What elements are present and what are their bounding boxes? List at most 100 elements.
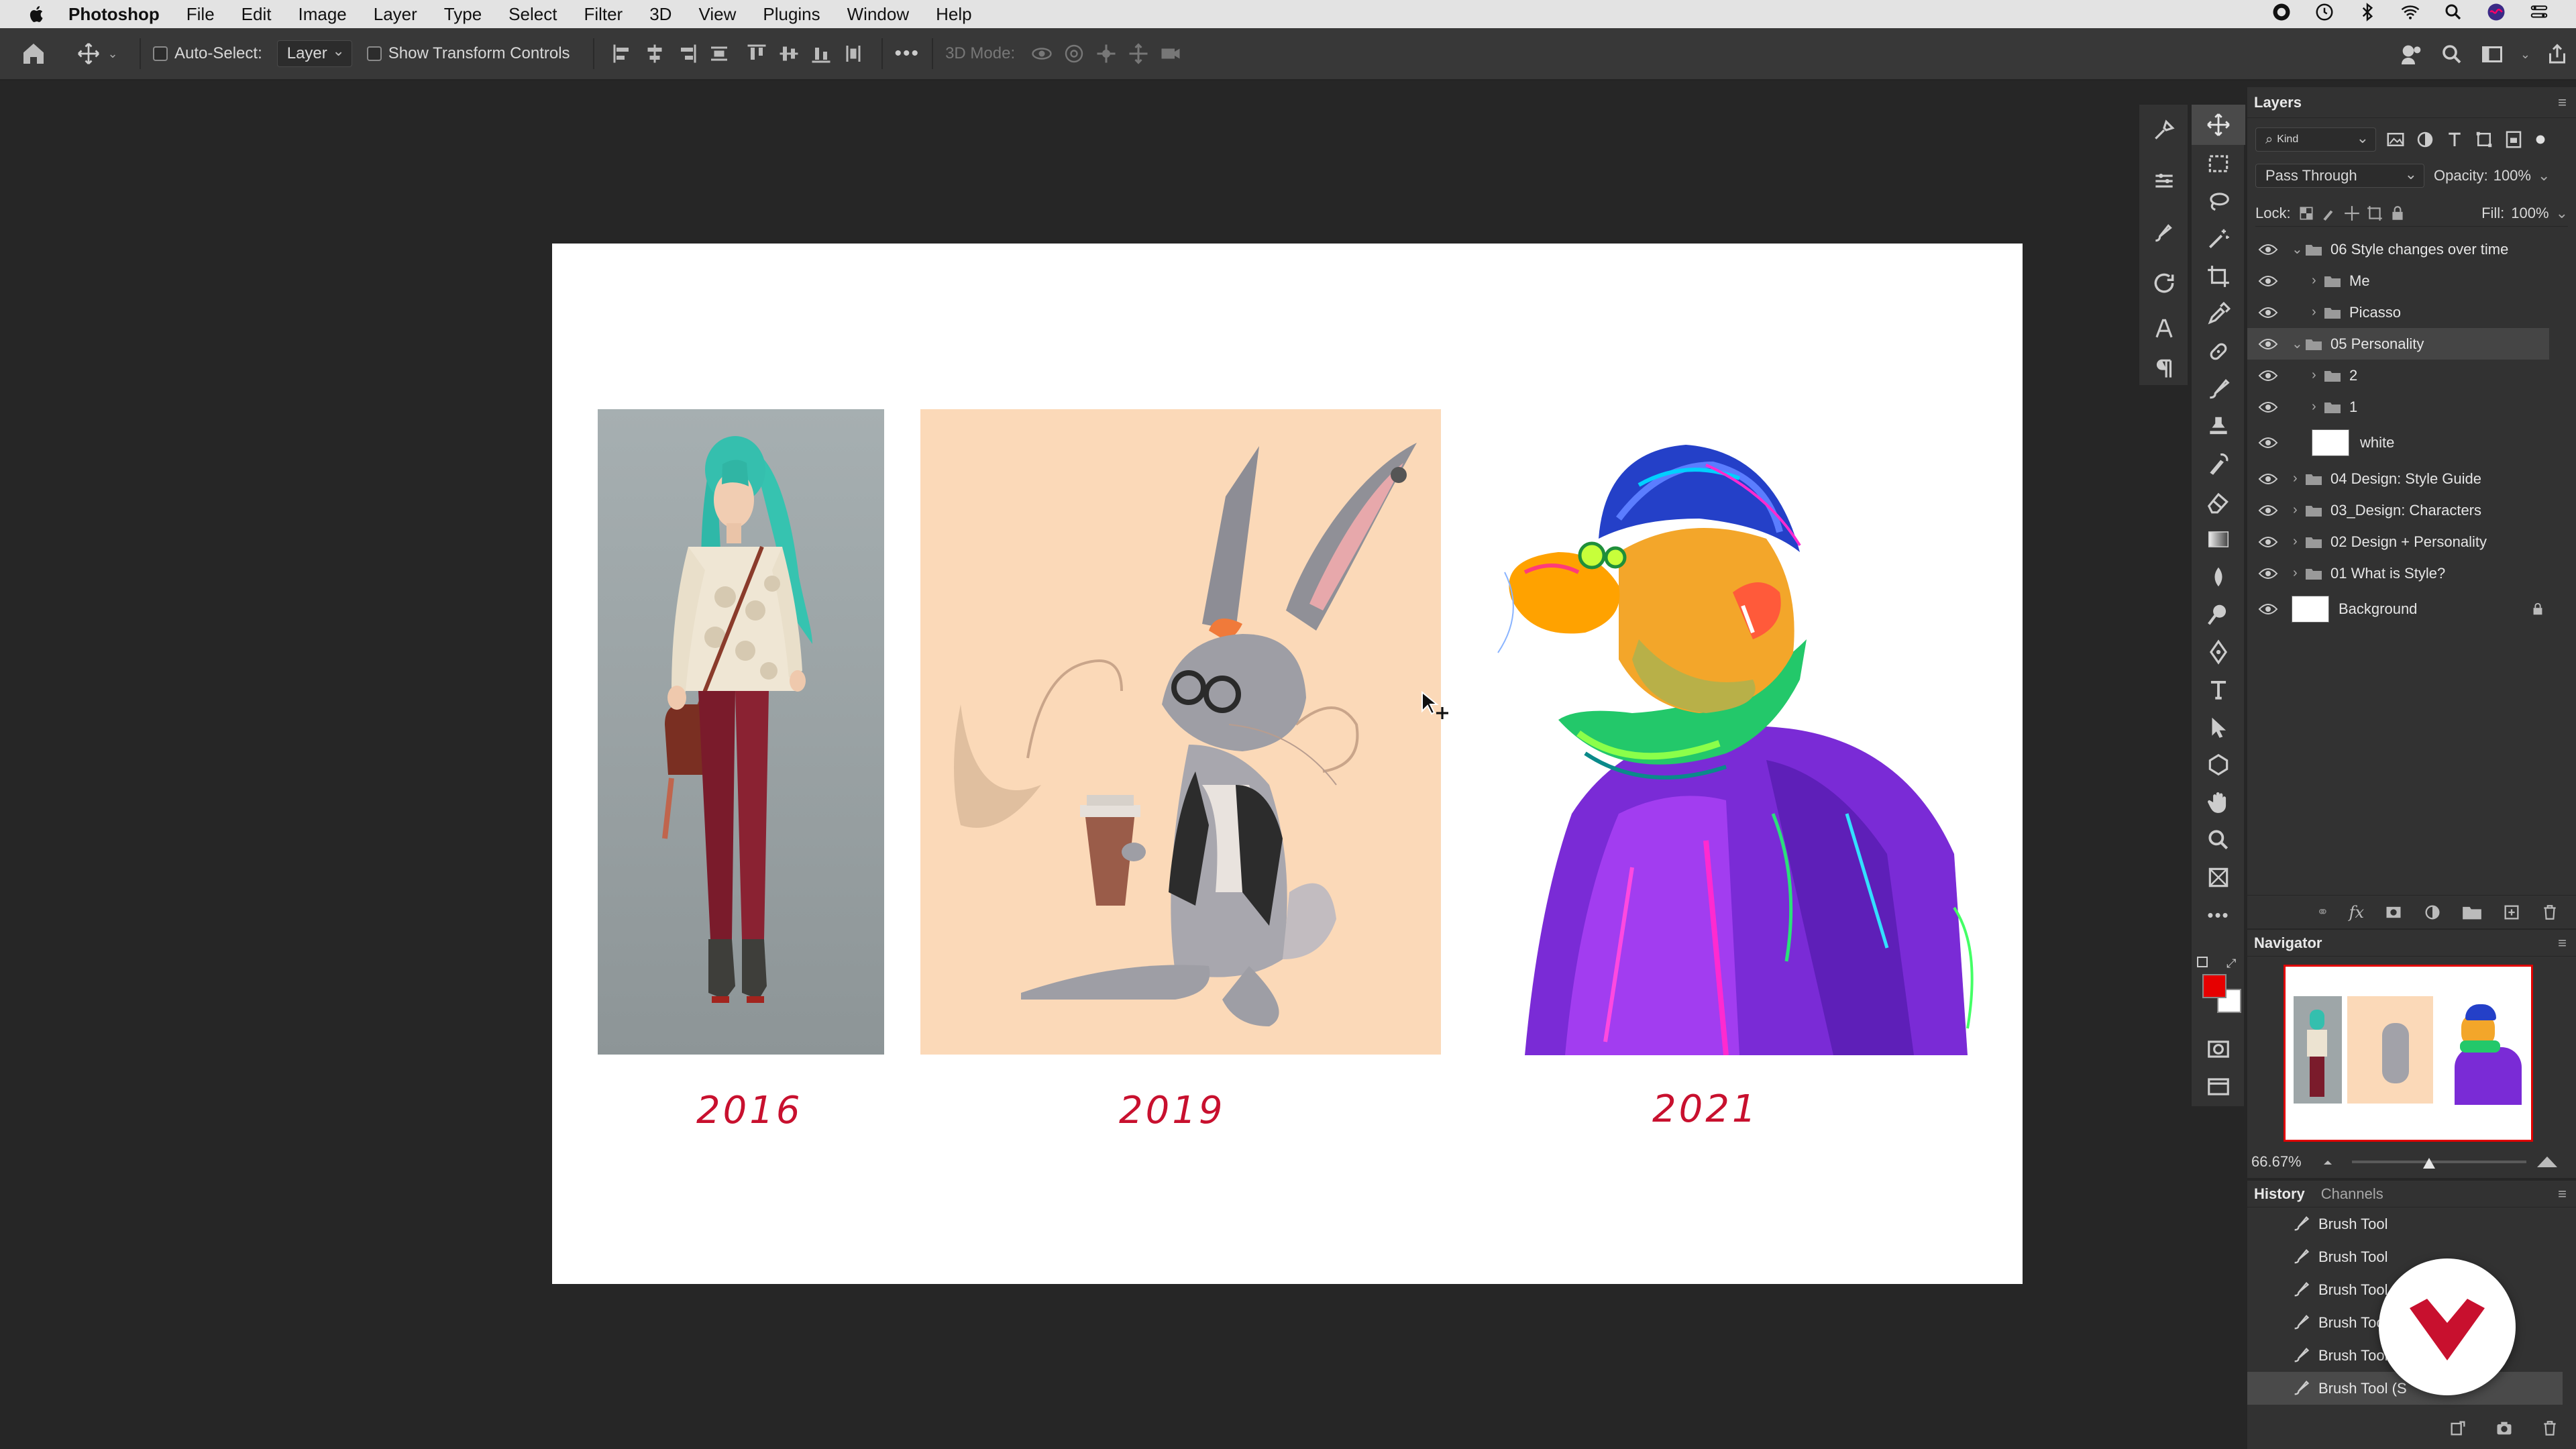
- layer-row-05-personality[interactable]: ⌄ 05 Personality: [2247, 328, 2549, 360]
- visibility-eye-icon[interactable]: [2258, 243, 2278, 256]
- adjustment-layer-icon[interactable]: [2423, 903, 2442, 922]
- distribute-icon[interactable]: [707, 42, 731, 66]
- visibility-eye-icon[interactable]: [2258, 274, 2278, 288]
- expand-chevron-icon[interactable]: ›: [2293, 502, 2298, 518]
- swap-colors-icon[interactable]: ⤢: [2226, 957, 2236, 971]
- eraser-icon[interactable]: [2192, 483, 2245, 521]
- more-tools-icon[interactable]: •••: [2192, 896, 2245, 934]
- add-mask-icon[interactable]: [2384, 903, 2403, 922]
- filter-smart-object-icon[interactable]: [2504, 129, 2524, 150]
- expand-chevron-icon[interactable]: ›: [2293, 534, 2298, 549]
- align-left-icon[interactable]: [610, 42, 635, 66]
- spotlight-icon[interactable]: [2443, 2, 2463, 27]
- dodge-icon[interactable]: [2192, 596, 2245, 633]
- layer-row-01-what[interactable]: › 01 What is Style?: [2247, 557, 2549, 589]
- history-brush-icon[interactable]: [2192, 445, 2245, 483]
- character-panel-icon[interactable]: [2139, 309, 2189, 349]
- 3d-camera-icon[interactable]: [1157, 42, 1184, 66]
- fill-value[interactable]: 100%: [2511, 205, 2548, 222]
- visibility-eye-icon[interactable]: [2258, 436, 2278, 449]
- filter-pixel-icon[interactable]: [2385, 129, 2406, 150]
- blur-icon[interactable]: [2192, 558, 2245, 596]
- menu-app-name[interactable]: Photoshop: [68, 4, 160, 25]
- hand-tool-icon[interactable]: [2192, 784, 2245, 821]
- expand-chevron-icon[interactable]: ⌄: [2292, 241, 2303, 258]
- visibility-eye-icon[interactable]: [2258, 535, 2278, 549]
- visibility-eye-icon[interactable]: [2258, 472, 2278, 486]
- workspace-icon[interactable]: [2479, 42, 2506, 66]
- default-colors-icon[interactable]: [2197, 957, 2208, 967]
- layer-row-1[interactable]: › 1: [2247, 391, 2549, 423]
- align-right-icon[interactable]: [675, 42, 699, 66]
- opacity-value[interactable]: 100%: [2493, 167, 2531, 184]
- blend-mode-dropdown[interactable]: Pass Through: [2255, 164, 2424, 188]
- new-group-icon[interactable]: [2462, 904, 2482, 921]
- lock-all-icon[interactable]: [2389, 205, 2406, 222]
- history-item[interactable]: Brush Tool: [2247, 1208, 2563, 1240]
- layer-row-2[interactable]: › 2: [2247, 360, 2549, 391]
- navigator-tab[interactable]: Navigator: [2254, 934, 2322, 952]
- document-canvas[interactable]: 2016 2019 2021: [552, 244, 2023, 1284]
- fx-icon[interactable]: fx: [2349, 903, 2364, 922]
- home-icon[interactable]: [0, 28, 67, 80]
- 3d-orbit-icon[interactable]: [1028, 42, 1055, 66]
- align-bottom-icon[interactable]: [809, 42, 833, 66]
- lock-transparent-icon[interactable]: [2298, 205, 2315, 222]
- rotate-view-icon[interactable]: [2139, 258, 2189, 309]
- fill-chevron-icon[interactable]: ⌄: [2556, 205, 2568, 222]
- menu-type[interactable]: Type: [444, 4, 482, 25]
- search-icon[interactable]: [2440, 42, 2464, 66]
- zoom-out-icon[interactable]: [2319, 1155, 2337, 1169]
- filter-toggle-icon[interactable]: [2533, 132, 2548, 147]
- panel-menu-icon[interactable]: ≡: [2558, 1185, 2567, 1203]
- layer-row-white[interactable]: white: [2247, 423, 2549, 463]
- panel-menu-icon[interactable]: ≡: [2558, 94, 2567, 111]
- distribute-v-icon[interactable]: [841, 42, 865, 66]
- layer-row-06-style[interactable]: ⌄ 06 Style changes over time: [2247, 233, 2549, 265]
- filter-shape-icon[interactable]: [2474, 129, 2494, 150]
- channels-tab[interactable]: Channels: [2321, 1185, 2383, 1203]
- zoom-in-icon[interactable]: [2533, 1152, 2561, 1170]
- brush-tool-icon[interactable]: [2192, 370, 2245, 408]
- visibility-eye-icon[interactable]: [2258, 400, 2278, 414]
- delete-layer-icon[interactable]: [2541, 903, 2559, 922]
- menu-help[interactable]: Help: [936, 4, 971, 25]
- layer-row-picasso[interactable]: › Picasso: [2247, 297, 2549, 328]
- frame-tool-icon[interactable]: [2192, 859, 2245, 896]
- layer-row-background[interactable]: Background: [2247, 589, 2549, 629]
- delete-state-icon[interactable]: [2541, 1419, 2559, 1438]
- type-tool-icon[interactable]: [2192, 671, 2245, 708]
- eyedropper-icon[interactable]: [2192, 295, 2245, 333]
- healing-brush-icon[interactable]: [2192, 333, 2245, 370]
- menu-window[interactable]: Window: [847, 4, 909, 25]
- layers-tab[interactable]: Layers: [2254, 94, 2302, 111]
- share-icon[interactable]: [2545, 42, 2569, 66]
- visibility-eye-icon[interactable]: [2258, 337, 2278, 351]
- apple-icon[interactable]: [27, 4, 47, 24]
- opacity-chevron-icon[interactable]: ⌄: [2538, 167, 2550, 184]
- layer-row-03-design[interactable]: › 03_Design: Characters: [2247, 494, 2549, 526]
- menu-file[interactable]: File: [186, 4, 215, 25]
- menu-view[interactable]: View: [698, 4, 736, 25]
- filter-type-icon[interactable]: [2445, 129, 2465, 150]
- time-machine-icon[interactable]: [2314, 2, 2334, 27]
- lock-position-icon[interactable]: [2343, 205, 2361, 222]
- link-layers-icon[interactable]: ⚭: [2316, 904, 2328, 921]
- layer-row-04-design[interactable]: › 04 Design: Style Guide: [2247, 463, 2549, 494]
- new-document-from-state-icon[interactable]: [2449, 1419, 2467, 1438]
- shape-tool-icon[interactable]: [2192, 746, 2245, 784]
- align-center-h-icon[interactable]: [643, 42, 667, 66]
- menu-edit[interactable]: Edit: [241, 4, 272, 25]
- layer-row-02-design[interactable]: › 02 Design + Personality: [2247, 526, 2549, 557]
- menu-filter[interactable]: Filter: [584, 4, 623, 25]
- layer-filter-dropdown[interactable]: ⌕ Kind: [2255, 127, 2376, 152]
- visibility-eye-icon[interactable]: [2258, 306, 2278, 319]
- 3d-slide-icon[interactable]: [1125, 42, 1152, 66]
- menu-select[interactable]: Select: [508, 4, 557, 25]
- share-cloud-icon[interactable]: [2398, 41, 2425, 68]
- visibility-eye-icon[interactable]: [2258, 369, 2278, 382]
- 3d-roll-icon[interactable]: [1061, 42, 1087, 66]
- snapshot-camera-icon[interactable]: [2494, 1419, 2514, 1438]
- align-top-icon[interactable]: [745, 42, 769, 66]
- expand-chevron-icon[interactable]: ›: [2312, 305, 2316, 320]
